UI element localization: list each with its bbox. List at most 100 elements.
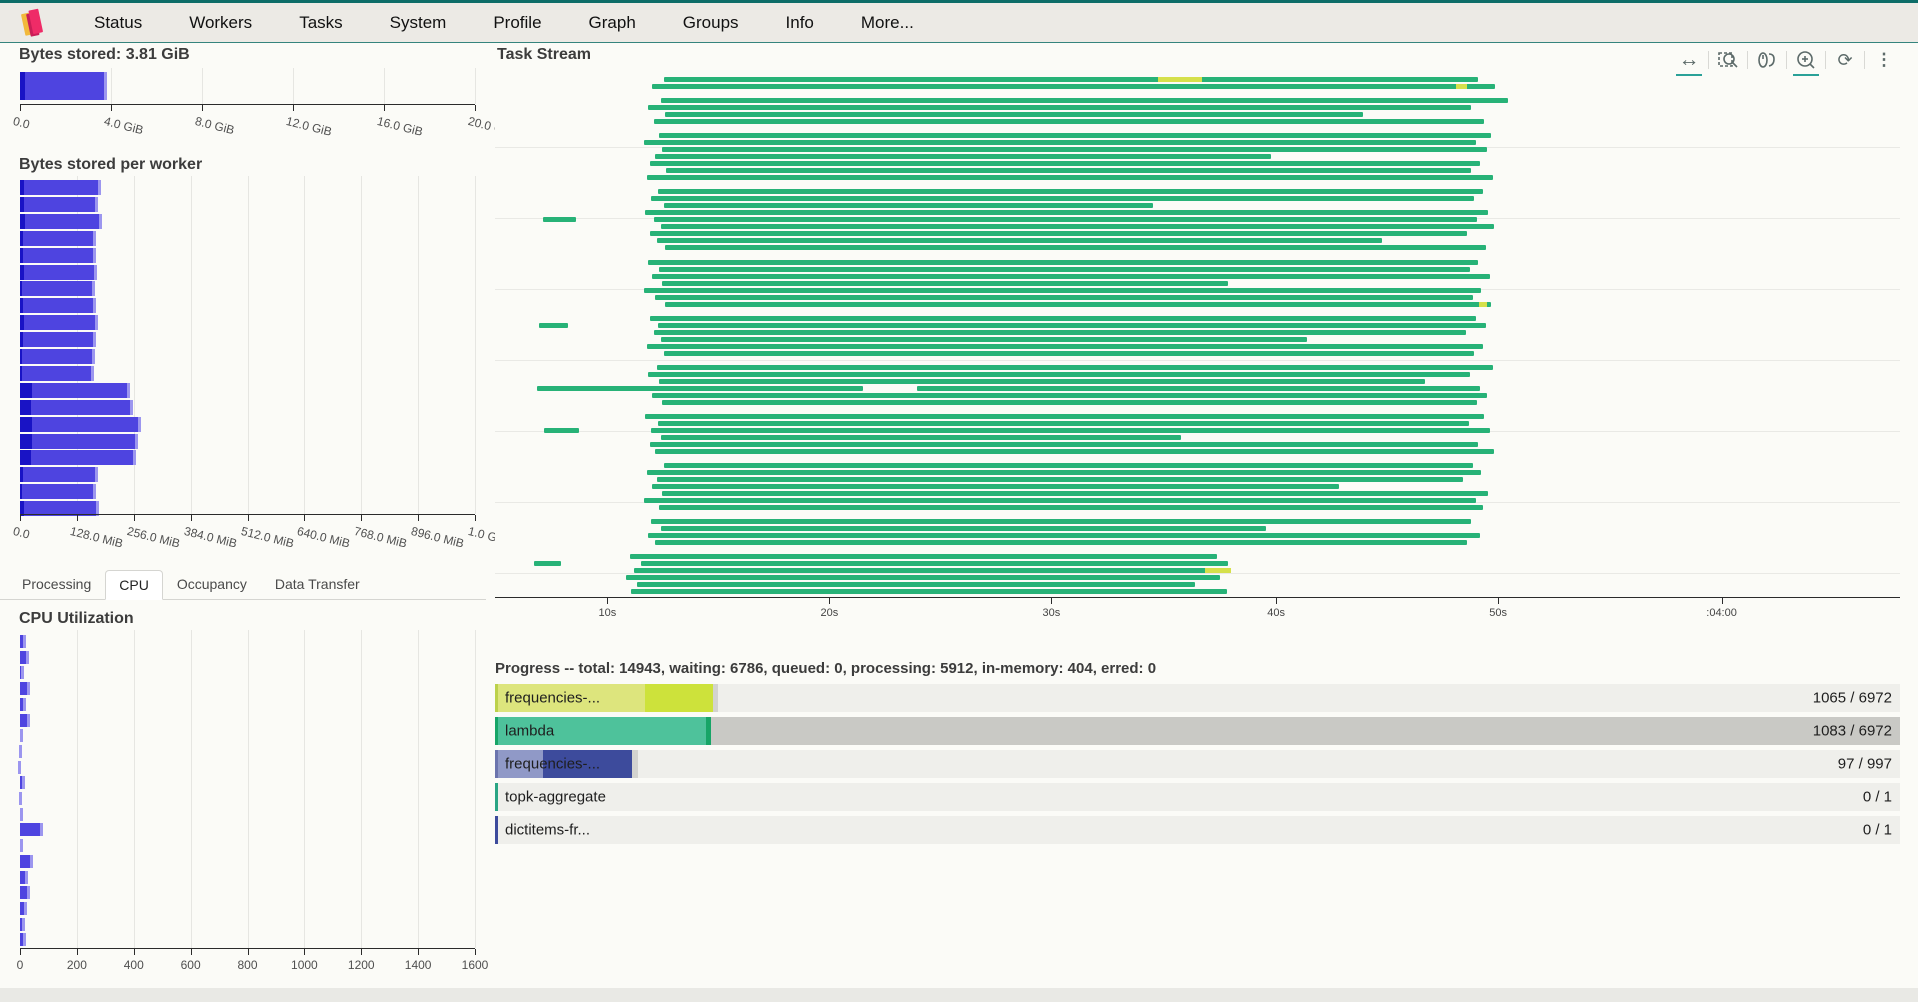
task-bar-highlight — [1478, 301, 1487, 307]
progress-segment — [711, 717, 1900, 745]
nav-item-workers[interactable]: Workers — [189, 13, 252, 33]
gridline — [418, 630, 420, 948]
bytes-per-worker-chart[interactable] — [20, 176, 476, 517]
nav-item-graph[interactable]: Graph — [589, 13, 636, 33]
axis-tick-label: 896.0 MiB — [409, 524, 466, 551]
task-bar-highlight — [1456, 84, 1468, 90]
task-bar — [636, 582, 1195, 588]
zoom-in-icon[interactable] — [1793, 47, 1819, 77]
task-stream-toolbar: ↔ ⟳ ⋮ — [1673, 47, 1900, 77]
reset-icon[interactable]: ⟳ — [1832, 47, 1858, 73]
pan-icon[interactable]: ↔ — [1676, 47, 1702, 77]
axis-tick-label: 600 — [180, 958, 201, 972]
axis-tick-label: 30s — [1042, 607, 1061, 619]
axis-tick — [190, 949, 192, 955]
worker-bar-dark-segment — [20, 450, 32, 466]
gridline — [361, 630, 363, 948]
task-bar — [648, 533, 1480, 539]
task-bar — [652, 484, 1340, 490]
axis-tick-label: 1400 — [404, 958, 432, 972]
task-bar — [641, 561, 1229, 567]
nav-item-groups[interactable]: Groups — [683, 13, 739, 33]
bytes-stored-axis: 0.0 4.0 GiB 8.0 GiB 12.0 GiB 16.0 GiB 20.0 Gi… — [12, 104, 515, 144]
axis-tick — [76, 949, 78, 955]
task-bar — [625, 575, 1220, 581]
progress-row-label: frequencies-... — [505, 755, 601, 773]
task-bar — [652, 84, 1496, 90]
axis-tick-label: 0 — [16, 958, 24, 972]
worker-bar — [20, 433, 139, 449]
more-icon[interactable]: ⋮ — [1871, 47, 1897, 73]
tab-data-transfer[interactable]: Data Transfer — [261, 569, 374, 599]
box-zoom-icon[interactable] — [1715, 47, 1741, 73]
dask-logo-icon[interactable] — [18, 7, 48, 39]
nav-item-tasks[interactable]: Tasks — [299, 13, 342, 33]
axis-tick-label: 50s — [1489, 607, 1508, 619]
bytes-stored-chart[interactable] — [20, 68, 476, 104]
toolbar-separator — [1786, 51, 1787, 69]
gridline — [76, 630, 78, 948]
wheel-zoom-icon[interactable] — [1754, 47, 1780, 73]
task-bar — [662, 491, 1489, 497]
task-bar — [631, 589, 1227, 595]
worker-bar-dark-segment — [20, 264, 24, 280]
bytes-per-worker-title: Bytes stored per worker — [19, 156, 203, 173]
cpu-bar — [20, 854, 34, 868]
task-bar — [662, 280, 1229, 286]
tab-processing[interactable]: Processing — [8, 569, 105, 599]
axis-tick — [361, 949, 363, 955]
worker-bar — [20, 382, 131, 398]
axis-tick-label: 400 — [123, 958, 144, 972]
axis-tick-label: 4.0 GiB — [102, 114, 145, 138]
task-bar — [649, 231, 1468, 237]
nav-item-profile[interactable]: Profile — [493, 13, 541, 33]
bytes-stored-dark-segment — [20, 72, 26, 100]
cpu-bar — [20, 713, 30, 727]
progress-row-accent — [495, 816, 498, 844]
nav-item-info[interactable]: Info — [786, 13, 814, 33]
gridline — [304, 630, 306, 948]
toolbar-separator — [1864, 51, 1865, 69]
bytes-per-worker-axis: 0.0 128.0 MiB 256.0 MiB 384.0 MiB 512.0 MiB 6… — [12, 514, 509, 558]
tab-cpu[interactable]: CPU — [105, 570, 163, 600]
progress-row: frequencies-... 97 / 997 — [495, 750, 1900, 778]
tab-occupancy[interactable]: Occupancy — [163, 569, 261, 599]
gridline — [475, 176, 476, 514]
task-bar-highlight — [1204, 568, 1232, 574]
cpu-bar — [20, 682, 30, 696]
dask-dashboard: Status Workers Tasks System Profile Graph Grou… — [0, 0, 1918, 1002]
worker-bar — [20, 298, 96, 314]
worker-bar-dark-segment — [20, 247, 23, 263]
worker-bar-dark-segment — [20, 230, 23, 246]
worker-bar-dark-segment — [20, 399, 31, 415]
worker-bar-dark-segment — [20, 467, 23, 483]
task-bar — [648, 259, 1479, 265]
axis-tick — [475, 105, 476, 111]
progress-row-count: 1065 / 6972 — [1812, 689, 1892, 707]
progress-segment — [712, 684, 719, 712]
task-bar — [660, 336, 1308, 342]
worker-bar — [20, 332, 97, 348]
task-bar — [659, 505, 1483, 511]
task-bar — [659, 266, 1471, 272]
worker-bar — [20, 213, 102, 229]
task-stream-chart[interactable] — [495, 76, 1900, 597]
task-bar — [663, 463, 1473, 469]
task-bar — [653, 119, 1485, 125]
axis-tick — [1498, 598, 1500, 604]
cpu-utilization-chart[interactable] — [17, 630, 476, 948]
gridline — [384, 68, 385, 104]
axis-tick — [1051, 598, 1053, 604]
nav-item-more[interactable]: More... — [861, 13, 914, 33]
worker-bar — [20, 196, 99, 212]
task-bar — [660, 98, 1508, 104]
axis-tick — [304, 515, 306, 521]
task-bar — [660, 435, 1181, 441]
task-bar — [666, 168, 1472, 174]
nav-item-system[interactable]: System — [390, 13, 447, 33]
axis-tick-label: 0.0 — [11, 114, 32, 132]
axis-tick — [111, 105, 112, 111]
nav-item-status[interactable]: Status — [94, 13, 142, 33]
worker-bar — [20, 180, 101, 195]
task-bar — [662, 147, 1487, 153]
